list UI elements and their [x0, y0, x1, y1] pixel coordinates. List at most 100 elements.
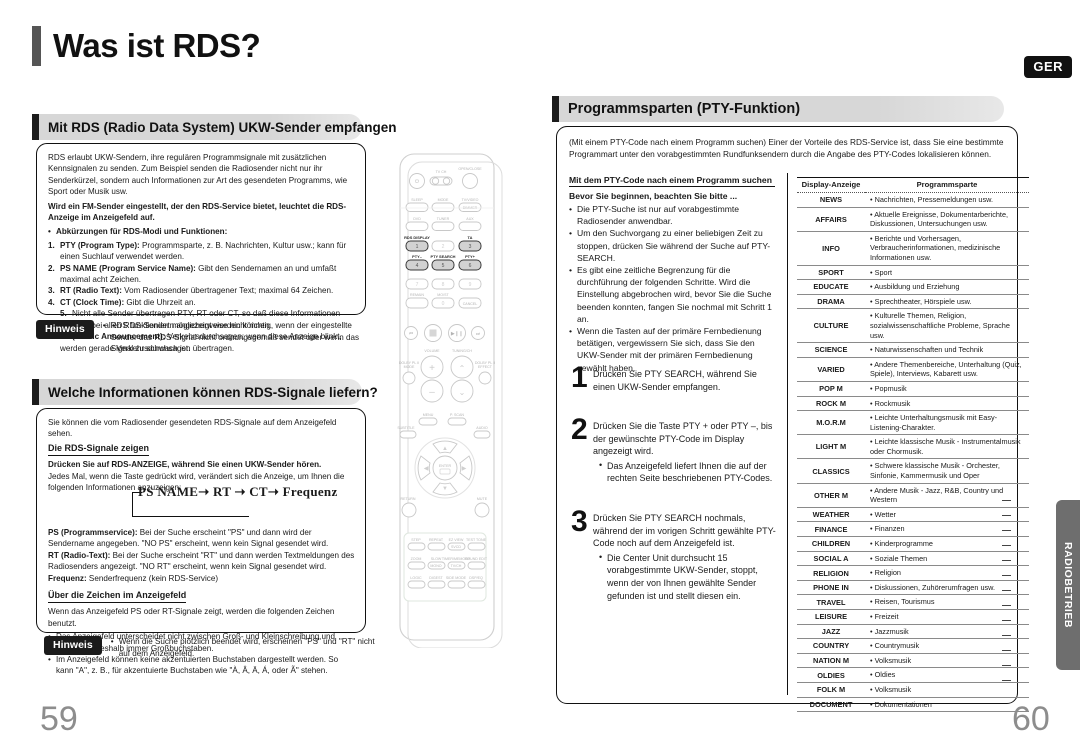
pty-desc-cell: Aktuelle Ereignisse, Dokumentarberichte,… — [865, 207, 1029, 232]
table-row: POP MPopmusik — [797, 381, 1029, 397]
section-header-rds-empfangen: Mit RDS (Radio Data System) UKW-Sender e… — [32, 114, 397, 140]
list-item: RT (Radio Text): Vom Radiosender übertra… — [48, 285, 334, 297]
pty-code-cell: OLDIES — [797, 667, 865, 683]
pty-intro: (Mit einem PTY-Code nach einem Programm … — [569, 137, 1004, 159]
svg-text:DIGEST: DIGEST — [429, 576, 443, 580]
list-item: PS NAME (Program Service Name): Gibt den… — [48, 263, 337, 285]
svg-text:SIDE MODE: SIDE MODE — [446, 576, 467, 580]
svg-text:ENTER: ENTER — [439, 464, 452, 468]
language-badge: GER — [1024, 56, 1072, 78]
svg-text:DVD: DVD — [413, 217, 421, 221]
svg-text:TA: TA — [468, 235, 473, 240]
table-row: INFOBerichte und Vorhersagen, Verbrauche… — [797, 231, 1029, 266]
svg-text:STEP: STEP — [411, 538, 421, 542]
pty-code-cell: AFFAIRS — [797, 207, 865, 232]
pty-step-3: 3 Drücken Sie PTY SEARCH nochmals, währe… — [571, 505, 777, 602]
section-accent-bar — [32, 379, 39, 405]
signale-sub1-bold: Drücken Sie auf RDS-ANZEIGE, während Sie… — [48, 460, 322, 470]
table-row: CLASSICSSchwere klassische Musik - Orche… — [797, 458, 1029, 484]
pty-code-cell: PHONE IN — [797, 580, 865, 596]
step-number: 2 — [571, 413, 588, 446]
page-title-text: Was ist RDS? — [53, 27, 261, 64]
table-row: SCIENCENaturwissenschaften und Technik — [797, 342, 1029, 358]
manual-page: Was ist RDS? GER Mit RDS (Radio Data Sys… — [0, 0, 1080, 753]
pty-step-2: 2 Drücken Sie die Taste PTY + oder PTY –… — [571, 413, 777, 485]
pty-before-title: Bevor Sie beginnen, beachten Sie bitte .… — [569, 191, 738, 201]
step-text: Drücken Sie PTY SEARCH, während Sie eine… — [593, 369, 757, 392]
table-row: TRAVELReisen, Tourismus — [797, 594, 1029, 610]
svg-text:P. SCAN: P. SCAN — [450, 413, 464, 417]
table-row: OTHER MAndere Musik - Jazz, R&B, Country… — [797, 483, 1029, 508]
title-accent-bar — [32, 26, 41, 66]
svg-text:–: – — [429, 387, 435, 398]
svg-text:⏭: ⏭ — [476, 331, 480, 336]
svg-text:SVCD: SVCD — [451, 545, 461, 549]
svg-text:▶❙❙: ▶❙❙ — [451, 331, 463, 337]
svg-text:EZ VIEW: EZ VIEW — [449, 538, 464, 542]
rds-intro-text: RDS erlaubt UKW-Sendern, ihre regulären … — [48, 153, 348, 197]
svg-text:TV CH: TV CH — [436, 170, 447, 174]
hinweis-note-1: Hinweis RDS funktioniert möglicherweise … — [36, 320, 370, 355]
svg-text:3: 3 — [469, 244, 472, 250]
step-text: Drücken Sie die Taste PTY + oder PTY –, … — [593, 421, 773, 457]
svg-text:4: 4 — [416, 263, 419, 269]
step-bullet: Das Anzeigefeld liefert Ihnen die auf de… — [599, 459, 777, 485]
svg-text:MUTE: MUTE — [477, 497, 488, 501]
rds-empfangen-box: RDS erlaubt UKW-Sendern, ihre regulären … — [36, 143, 366, 353]
section-header-label: Welche Informationen können RDS-Signale … — [48, 384, 378, 400]
table-row: SOCIAL ASoziale Themen — [797, 551, 1029, 567]
table-row: PHONE INDiskussionen, Zuhörerumfragen us… — [797, 580, 1029, 596]
svg-text:EFFECT: EFFECT — [478, 365, 493, 369]
svg-text:RDS DISPLAY: RDS DISPLAY — [404, 235, 430, 240]
svg-text:RETURN: RETURN — [401, 497, 416, 501]
pty-code-cell: WEATHER — [797, 507, 865, 523]
svg-text:2: 2 — [442, 244, 445, 250]
signale-sub2-title: Über die Zeichen im Anzeigefeld — [48, 590, 187, 604]
svg-text:PTY SEARCH: PTY SEARCH — [430, 254, 455, 259]
hinweis-note-2: Hinweis Wenn die Suche plötzlich beendet… — [44, 635, 384, 659]
pty-code-cell: LIGHT M — [797, 434, 865, 460]
svg-text:VOLUME: VOLUME — [424, 349, 440, 353]
svg-text:OPEN/CLOSE: OPEN/CLOSE — [458, 167, 482, 171]
step-number: 1 — [571, 361, 588, 394]
pty-code-cell: POP M — [797, 381, 865, 397]
step-number: 3 — [571, 505, 588, 538]
page-number-left: 59 — [40, 700, 78, 738]
pty-code-cell: SCIENCE — [797, 342, 865, 358]
svg-text:8: 8 — [442, 282, 445, 288]
table-row: CHILDRENKinderprogramme — [797, 536, 1029, 552]
pty-code-table: Display-Anzeige Programmsparte NEWSNachr… — [797, 177, 1029, 713]
pty-code-cell: DOCUMENT — [797, 697, 865, 713]
svg-text:TEST TONE: TEST TONE — [466, 538, 487, 542]
svg-text:⏻: ⏻ — [415, 179, 419, 185]
table-row: LEISUREFreizeit — [797, 609, 1029, 625]
pty-code-cell: LEISURE — [797, 609, 865, 625]
svg-text:TV/CH: TV/CH — [451, 564, 462, 568]
def-rt: RT (Radio-Text): Bei der Suche erscheint… — [48, 550, 355, 572]
table-row: RELIGIONReligion — [797, 565, 1029, 581]
svg-text:MONO: MONO — [430, 564, 441, 568]
side-tab-radiobetrieb: RADIOBETRIEB — [1056, 500, 1080, 670]
rds-signale-box: Sie können die vom Radiosender gesendete… — [36, 408, 366, 675]
hinweis-text: Wenn die Suche plötzlich beendet wird, e… — [102, 635, 384, 659]
svg-text:▼: ▼ — [442, 486, 448, 492]
svg-text:▲: ▲ — [442, 446, 448, 452]
pty-code-cell: CULTURE — [797, 308, 865, 344]
table-row: M.O.R.MLeichte Unterhaltungsmusik mit Ea… — [797, 410, 1029, 436]
svg-text:0: 0 — [442, 301, 445, 307]
svg-text:TUNING/CH: TUNING/CH — [452, 349, 472, 353]
table-row: JAZZJazzmusik — [797, 624, 1029, 640]
pty-code-cell: FINANCE — [797, 521, 865, 538]
list-item: Es gibt eine zeitliche Begrenzung für di… — [569, 264, 775, 325]
svg-text:SOUND EDIT: SOUND EDIT — [465, 557, 488, 561]
pty-desc-cell: Andere Themenbereiche, Unterhaltung (Qui… — [865, 357, 1029, 382]
svg-text:+: + — [429, 363, 435, 374]
rds-bold-note: Wird ein FM-Sender eingestellt, der den … — [48, 201, 347, 223]
section-accent-bar — [552, 96, 559, 122]
table-row: DOCUMENTDokumentationen — [797, 697, 1029, 713]
table-row: ROCK MRockmusik — [797, 396, 1029, 412]
svg-text:MODE: MODE — [404, 365, 415, 369]
pty-desc-cell: Berichte und Vorhersagen, Verbraucherinf… — [865, 231, 1029, 266]
section-header-programmsparten: Programmsparten (PTY-Funktion) — [552, 96, 1004, 122]
pty-desc-cell: Leichte Unterhaltungsmusik mit Easy-List… — [865, 410, 1029, 436]
